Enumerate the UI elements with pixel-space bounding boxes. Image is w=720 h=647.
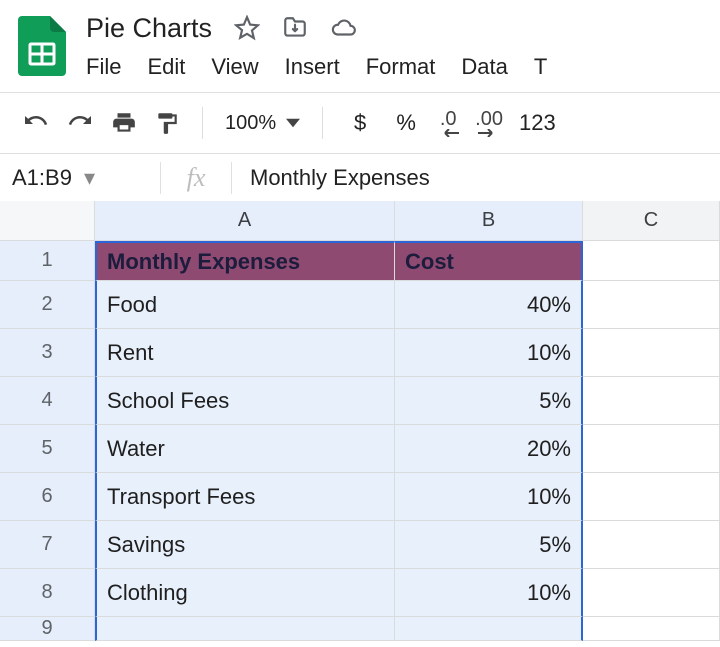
- cell[interactable]: Cost: [395, 241, 583, 281]
- cell[interactable]: [583, 617, 720, 641]
- row-header[interactable]: 1: [0, 241, 95, 281]
- undo-button[interactable]: [22, 111, 50, 135]
- menu-bar: File Edit View Insert Format Data T: [86, 46, 706, 92]
- cell[interactable]: Savings: [95, 521, 395, 569]
- row-header[interactable]: 7: [0, 521, 95, 569]
- cell[interactable]: Monthly Expenses: [95, 241, 395, 281]
- chevron-down-icon[interactable]: ▾: [84, 165, 95, 191]
- cell[interactable]: [95, 617, 395, 641]
- name-box-row: A1:B9 ▾ fx Monthly Expenses: [0, 153, 720, 201]
- cell[interactable]: Water: [95, 425, 395, 473]
- document-title[interactable]: Pie Charts: [86, 13, 212, 44]
- toolbar-divider: [202, 107, 203, 139]
- cell[interactable]: [583, 521, 720, 569]
- cell[interactable]: [583, 377, 720, 425]
- sheets-logo[interactable]: [14, 10, 68, 82]
- cell[interactable]: School Fees: [95, 377, 395, 425]
- menu-file[interactable]: File: [86, 54, 121, 80]
- cell[interactable]: [395, 617, 583, 641]
- formula-bar[interactable]: Monthly Expenses: [232, 165, 430, 191]
- cell[interactable]: 10%: [395, 329, 583, 377]
- zoom-value: 100%: [225, 112, 276, 135]
- cell[interactable]: Transport Fees: [95, 473, 395, 521]
- menu-view[interactable]: View: [211, 54, 258, 80]
- zoom-dropdown[interactable]: 100%: [225, 112, 300, 135]
- format-currency-button[interactable]: $: [345, 110, 375, 136]
- cell[interactable]: 10%: [395, 569, 583, 617]
- format-percent-button[interactable]: %: [391, 110, 421, 136]
- menu-insert[interactable]: Insert: [285, 54, 340, 80]
- chevron-down-icon: [286, 118, 300, 128]
- row-header[interactable]: 5: [0, 425, 95, 473]
- row-header[interactable]: 4: [0, 377, 95, 425]
- redo-button[interactable]: [66, 111, 94, 135]
- cell[interactable]: [583, 425, 720, 473]
- cell[interactable]: 40%: [395, 281, 583, 329]
- cell[interactable]: 10%: [395, 473, 583, 521]
- name-box[interactable]: A1:B9: [12, 165, 72, 191]
- row-header[interactable]: 6: [0, 473, 95, 521]
- cell[interactable]: Clothing: [95, 569, 395, 617]
- cell[interactable]: Food: [95, 281, 395, 329]
- cell[interactable]: Rent: [95, 329, 395, 377]
- toolbar-divider: [322, 107, 323, 139]
- print-button[interactable]: [110, 110, 138, 136]
- column-header-c[interactable]: C: [583, 201, 720, 241]
- fx-label: fx: [161, 163, 231, 193]
- cell[interactable]: [583, 473, 720, 521]
- column-header-b[interactable]: B: [395, 201, 583, 241]
- star-icon[interactable]: [234, 15, 260, 41]
- column-header-a[interactable]: A: [95, 201, 395, 241]
- more-formats-button[interactable]: 123: [519, 110, 556, 136]
- row-header[interactable]: 3: [0, 329, 95, 377]
- row-header[interactable]: 8: [0, 569, 95, 617]
- move-icon[interactable]: [282, 15, 308, 41]
- cloud-status-icon[interactable]: [330, 15, 358, 41]
- cell[interactable]: 5%: [395, 377, 583, 425]
- cell[interactable]: [583, 329, 720, 377]
- increase-decimals-button[interactable]: .00: [475, 109, 503, 137]
- menu-format[interactable]: Format: [366, 54, 436, 80]
- cell[interactable]: 20%: [395, 425, 583, 473]
- cell[interactable]: 5%: [395, 521, 583, 569]
- toolbar: 100% $ % .0 .00 123: [0, 93, 720, 153]
- row-header[interactable]: 9: [0, 617, 95, 641]
- decrease-decimals-button[interactable]: .0: [437, 109, 459, 137]
- paint-format-button[interactable]: [154, 109, 180, 137]
- cell[interactable]: [583, 569, 720, 617]
- menu-edit[interactable]: Edit: [147, 54, 185, 80]
- spreadsheet-grid[interactable]: A B C 1 Monthly Expenses Cost 2 Food 40%…: [0, 201, 720, 641]
- menu-tools[interactable]: T: [534, 54, 547, 80]
- cell[interactable]: [583, 281, 720, 329]
- row-header[interactable]: 2: [0, 281, 95, 329]
- select-all-corner[interactable]: [0, 201, 95, 241]
- menu-data[interactable]: Data: [461, 54, 507, 80]
- cell[interactable]: [583, 241, 720, 281]
